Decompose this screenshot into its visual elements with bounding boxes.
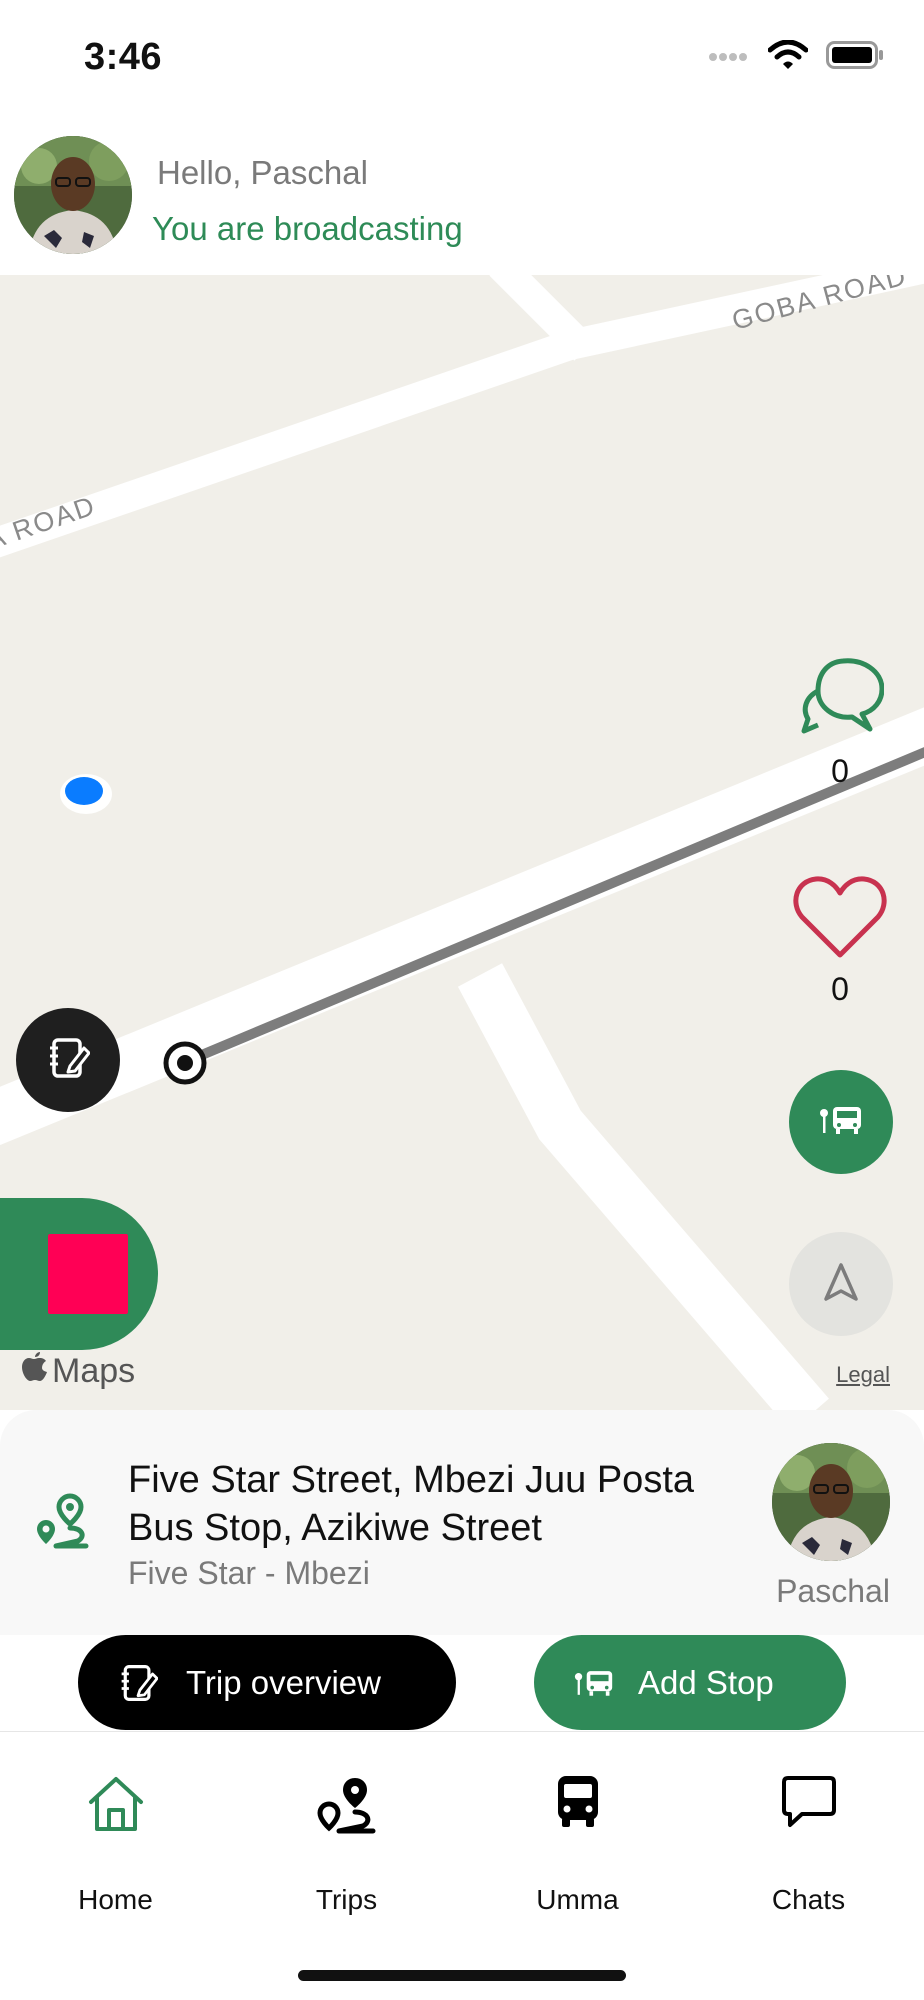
route-icon [315, 1774, 379, 1841]
apple-maps-attribution: Maps [22, 1352, 135, 1391]
status-time: 3:46 [84, 36, 163, 78]
user-avatar[interactable] [14, 136, 132, 254]
battery-icon [826, 41, 884, 74]
tab-umma[interactable]: Umma [462, 1732, 693, 1922]
apple-logo-icon [22, 1352, 48, 1391]
tab-bar: Home Trips Umma Chats [0, 1732, 924, 2000]
tab-umma-label: Umma [536, 1884, 619, 1915]
status-bar: 3:46 [0, 0, 924, 120]
driver-avatar[interactable] [772, 1443, 890, 1561]
home-icon [85, 1774, 147, 1839]
navigation-arrow-icon [823, 1262, 859, 1307]
bus-stop-icon [574, 1669, 614, 1697]
driver-name: Paschal [776, 1573, 890, 1609]
road-label-goba: GOBA ROAD [729, 275, 911, 336]
home-indicator [298, 1970, 626, 1981]
cellular-icon [708, 48, 750, 67]
tab-home[interactable]: Home [0, 1732, 231, 1922]
greeting-text: Hello, Paschal [157, 154, 368, 191]
trip-notes-button[interactable] [16, 1008, 120, 1112]
comment-count: 0 [831, 753, 849, 789]
notebook-edit-icon [118, 1663, 158, 1703]
broadcast-status: You are broadcasting [152, 210, 463, 247]
tab-chats[interactable]: Chats [693, 1732, 924, 1922]
bus-icon [554, 1774, 602, 1835]
map-view[interactable]: GOBA ROAD A ROAD 0 0 Maps Legal [0, 275, 924, 1410]
tab-trips[interactable]: Trips [231, 1732, 462, 1922]
trip-overview-button[interactable]: Trip overview [78, 1635, 456, 1730]
like-count: 0 [831, 971, 849, 1007]
bus-stop-button[interactable] [789, 1070, 893, 1174]
like-button[interactable] [792, 875, 888, 966]
recenter-button[interactable] [789, 1232, 893, 1336]
route-subtitle: Five Star - Mbezi [128, 1555, 370, 1591]
trip-card[interactable]: Five Star Street, Mbezi Juu Posta Bus St… [0, 1410, 924, 1635]
notebook-edit-icon [46, 1036, 91, 1085]
status-icons [708, 39, 884, 75]
chat-icon [780, 1774, 838, 1835]
road-label-a: A ROAD [0, 490, 100, 555]
trip-overview-label: Trip overview [186, 1663, 381, 1701]
header: Hello, Paschal You are broadcasting [0, 120, 924, 275]
stop-icon [48, 1234, 128, 1314]
heart-icon [792, 876, 888, 965]
route-title: Five Star Street, Mbezi Juu Posta Bus St… [128, 1459, 695, 1549]
bus-stop-icon [819, 1105, 863, 1140]
route-icon [30, 1490, 94, 1557]
add-stop-label: Add Stop [638, 1663, 774, 1701]
comments-button[interactable] [798, 653, 885, 744]
action-bar: Trip overview Add Stop [0, 1635, 924, 1733]
add-stop-button[interactable]: Add Stop [534, 1635, 846, 1730]
wifi-icon [767, 39, 809, 75]
tab-trips-label: Trips [315, 1884, 378, 1915]
maps-label: Maps [52, 1352, 136, 1390]
chat-bubbles-icon [798, 658, 885, 743]
stop-broadcast-button[interactable] [0, 1198, 158, 1350]
legal-link[interactable]: Legal [836, 1362, 890, 1388]
tab-home-label: Home [78, 1884, 153, 1915]
tab-chats-label: Chats [771, 1884, 846, 1915]
